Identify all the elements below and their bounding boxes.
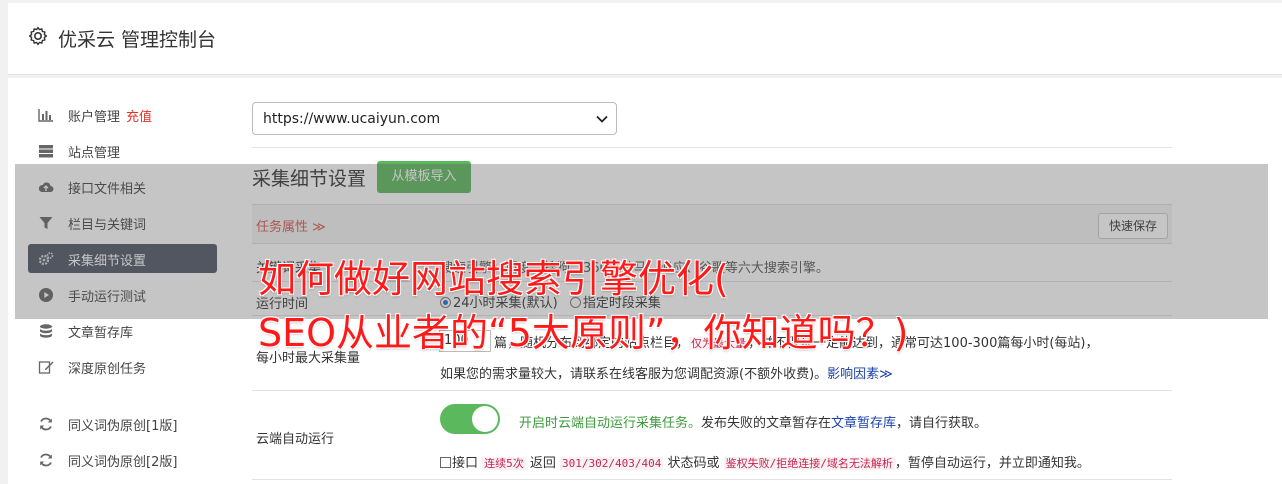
page-title: 优采云 管理控制台	[58, 29, 217, 51]
divider	[252, 147, 1172, 148]
cloud-desc-line1: 开启时云端自动运行采集任务。发布失败的文章暂存在文章暂存库，请自行获取。	[519, 412, 987, 431]
server-icon	[39, 145, 53, 158]
database-icon	[40, 324, 52, 338]
cloud-green-text: 开启时云端自动运行采集任务。	[519, 416, 702, 431]
sidebar-item-synonym-v2[interactable]: 同义词伪原创[2版]	[28, 445, 217, 474]
cloud-text-b: ，请自行获取。	[896, 416, 988, 431]
article-store-link[interactable]: 文章暂存库	[831, 416, 896, 431]
headline-line2: SEO从业者的“5大原则”，你知道吗？)	[258, 311, 909, 355]
cloud-text-a: 发布失败的文章暂存在	[701, 416, 832, 431]
sidebar-item-label: 文章暂存库	[68, 326, 134, 341]
site-select-value: https://www.ucaiyun.com	[263, 111, 441, 127]
header-bar: 优采云 管理控制台	[8, 3, 1282, 75]
cloud-l2-d: ，暂停自动运行，并立即通知我。	[894, 456, 1090, 471]
sidebar-item-deep-original[interactable]: 深度原创任务	[28, 352, 217, 381]
code-consecutive: 连续5次	[482, 457, 526, 470]
code-status: 301/302/403/404	[560, 457, 664, 470]
cloud-l2-a: 接口	[452, 456, 479, 471]
refresh-icon	[40, 417, 52, 431]
toggle-knob	[472, 406, 498, 432]
divider	[252, 479, 1172, 480]
notify-checkbox[interactable]	[440, 457, 451, 468]
max-line2-text: 如果您的需求量较大，请联系在线客服为您调配资源(不额外收费)。	[440, 367, 828, 382]
bar-chart-icon	[38, 109, 53, 122]
divider	[252, 390, 1172, 391]
headline-line1: 如何做好网站搜索引擎优化(	[258, 257, 729, 301]
chevron-down-icon: ≫	[879, 367, 893, 382]
sidebar-item-sites[interactable]: 站点管理	[28, 136, 217, 165]
factors-link[interactable]: 影响因素	[827, 367, 879, 382]
sidebar-item-label: 站点管理	[68, 146, 121, 161]
row-label-cloud: 云端自动运行	[256, 432, 335, 447]
code-errors: 鉴权失败/拒绝连接/域名无法解析	[723, 457, 895, 470]
sidebar-item-label: 深度原创任务	[68, 362, 147, 377]
cloud-l2-c: 状态码或	[663, 456, 724, 471]
cloud-auto-run-toggle[interactable]	[440, 404, 500, 434]
gear-icon	[28, 26, 48, 46]
cloud-l2-b: 返回	[525, 456, 561, 471]
max-desc-line2: 如果您的需求量较大，请联系在线客服为您调配资源(不额外收费)。影响因素≫	[440, 363, 893, 382]
sidebar-item-label: 账户管理	[68, 110, 121, 125]
sidebar-item-synonym-v1[interactable]: 同义词伪原创[1版]	[28, 409, 217, 438]
sidebar-item-label: 同义词伪原创[2版]	[68, 455, 178, 470]
refresh-icon	[40, 453, 52, 467]
cloud-desc-line2: 接口 连续5次 返回 301/302/403/404 状态码或 鉴权失败/拒绝连…	[440, 452, 1090, 471]
sidebar-item-label: 同义词伪原创[1版]	[68, 419, 178, 434]
chevron-down-icon	[596, 115, 608, 123]
site-select[interactable]: https://www.ucaiyun.com	[252, 102, 617, 135]
recharge-link[interactable]: 充值	[126, 110, 152, 125]
edit-icon	[38, 361, 54, 374]
sidebar-item-article-store[interactable]: 文章暂存库	[28, 316, 217, 345]
sidebar-item-account[interactable]: 账户管理 充值	[28, 100, 217, 129]
